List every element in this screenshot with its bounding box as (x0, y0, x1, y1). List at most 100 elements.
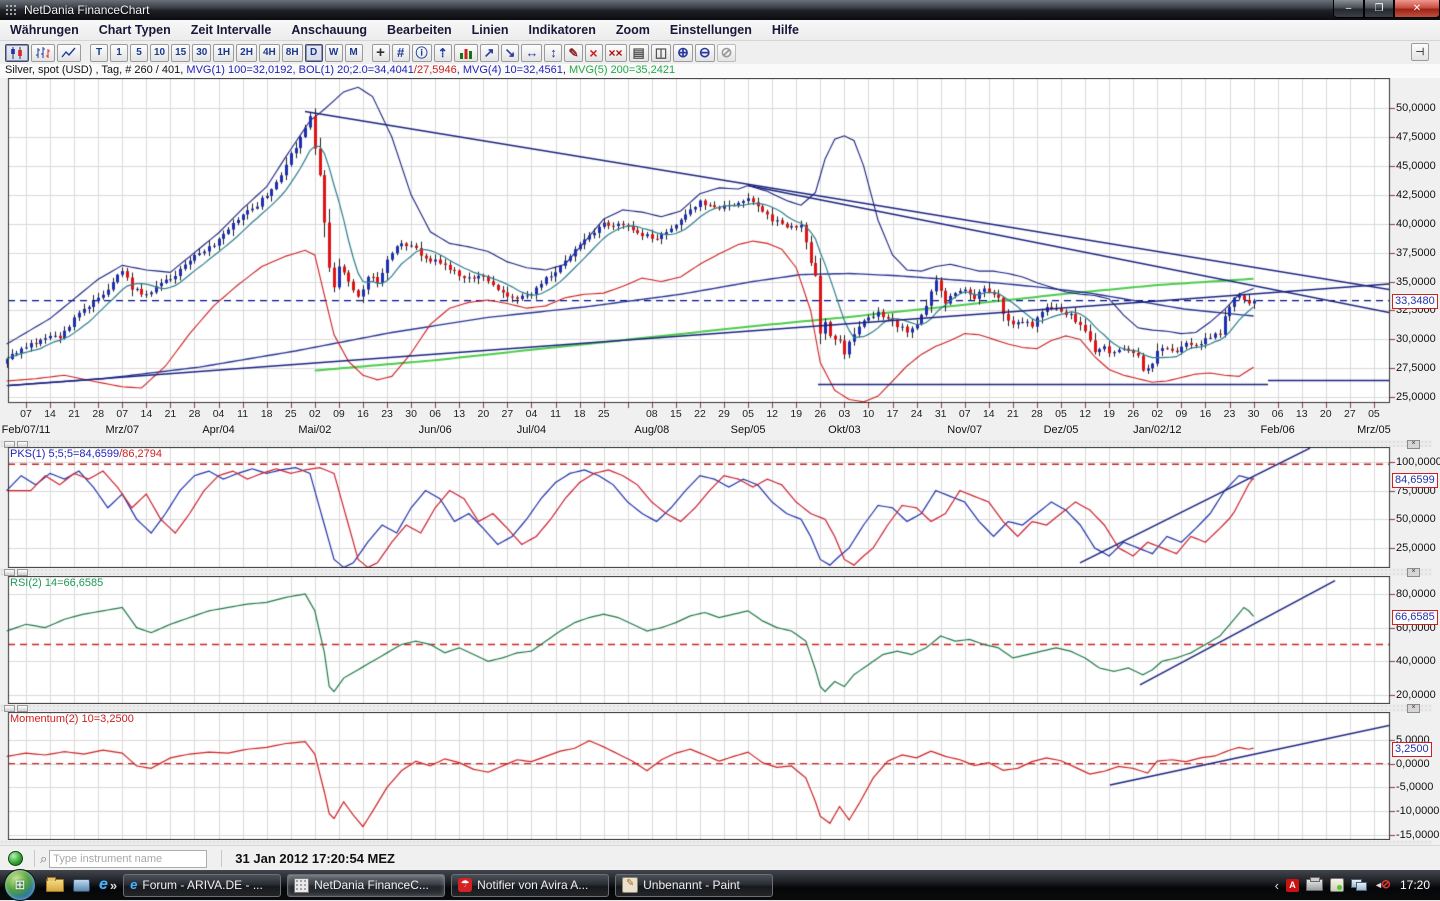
x-axis-day-label: 09 (1175, 408, 1188, 420)
info-tool[interactable]: ⓘ (411, 43, 432, 62)
interval-10-button[interactable]: 10 (150, 43, 170, 62)
windows-logo-icon: ⊞ (14, 877, 26, 892)
current-price-box: 33,3480 (1392, 294, 1438, 309)
menu-zoom[interactable]: Zoom (606, 23, 660, 37)
x-axis-day-label: 08 (645, 408, 658, 420)
legend-text: /86,2794 (119, 448, 162, 460)
x-axis-day-label: 28 (188, 408, 201, 420)
x-axis-day-label: 11 (237, 408, 249, 420)
panel-splitter[interactable] (0, 704, 1432, 713)
folder-icon[interactable] (46, 876, 64, 892)
status-timestamp: 31 Jan 2012 17:20:54 MEZ (235, 851, 395, 866)
interval-1-button[interactable]: 1 (110, 43, 128, 62)
delete-line-tool[interactable]: × (584, 43, 603, 62)
menu-währungen[interactable]: Währungen (0, 23, 89, 37)
x-axis-day-label: 07 (20, 408, 32, 420)
tray-expand-icon[interactable]: ‹ (1275, 878, 1279, 893)
taskbar-task-paint[interactable]: ✎ Unbenannt - Paint (615, 873, 774, 897)
pks-legend: PKS(1) 5;5;5=84,6599/86,2794 (10, 448, 162, 460)
y-axis-label: 0,0000 (1396, 757, 1430, 770)
menu-zeit-intervalle[interactable]: Zeit Intervalle (181, 23, 282, 37)
zoom-reset-tool[interactable]: ⊘ (716, 43, 737, 62)
rsi-indicator-chart[interactable] (0, 576, 1432, 704)
panel-splitter[interactable] (0, 440, 1432, 449)
print-tool[interactable]: ▤ (628, 43, 649, 62)
x-axis-day-label: 27 (501, 408, 514, 420)
crosshair-tool[interactable]: + (371, 43, 390, 62)
show-desktop-icon[interactable] (73, 878, 90, 892)
close-button[interactable]: ✕ (1394, 0, 1440, 18)
main-price-chart[interactable] (0, 78, 1432, 440)
bar-chart-button[interactable] (31, 43, 55, 62)
horizontal-line-tool[interactable]: ↔ (521, 43, 543, 62)
menu-chart-typen[interactable]: Chart Typen (89, 23, 181, 37)
tray-pdf-icon[interactable]: A (1285, 878, 1299, 892)
tray-printer-icon[interactable] (1305, 877, 1323, 891)
internet-explorer-icon[interactable]: e (99, 877, 108, 893)
momentum-indicator-chart[interactable] (0, 712, 1432, 840)
x-axis-day-label: 04 (212, 408, 225, 420)
tray-power-icon[interactable] (1329, 878, 1344, 892)
tray-network-icon[interactable] (1350, 879, 1367, 891)
panel-splitter[interactable] (0, 568, 1432, 577)
trendline-extended-tool[interactable]: ↘ (500, 43, 520, 62)
interval-t-button[interactable]: T (90, 43, 108, 62)
y-axis-label: 35,0000 (1396, 275, 1436, 288)
trendline-tool[interactable]: ↗ (479, 43, 499, 62)
x-axis-day-label: 21 (1007, 408, 1019, 420)
x-axis-day-label: 28 (92, 408, 105, 420)
edit-line-tool[interactable]: ✎ (564, 43, 583, 62)
candlestick-chart-button[interactable] (5, 43, 29, 62)
interval-30-button[interactable]: 30 (192, 43, 212, 62)
grid-tool[interactable]: # (391, 43, 410, 62)
interval-4h-button[interactable]: 4H (258, 43, 280, 62)
netdania-icon (294, 877, 310, 893)
legend-text: /27,5946 (413, 64, 457, 76)
interval-w-button[interactable]: W (324, 43, 343, 62)
volume-tool[interactable] (453, 43, 478, 62)
x-axis-day-label: 07 (958, 408, 971, 420)
pin-panel-button[interactable]: ⊣ (1411, 43, 1429, 61)
delete-all-lines-tool[interactable]: ×× (604, 43, 627, 62)
taskbar-clock[interactable]: 17:20 (1400, 878, 1430, 892)
zoom-in-tool[interactable]: ⊕ (673, 43, 693, 62)
menu-bearbeiten[interactable]: Bearbeiten (377, 23, 462, 37)
zoom-out-tool[interactable]: ⊖ (694, 43, 715, 62)
x-axis-day-label: 17 (886, 408, 899, 420)
interval-1h-button[interactable]: 1H (213, 43, 235, 62)
start-button[interactable]: ⊞ (4, 869, 36, 901)
tray-volume-muted-icon[interactable]: ◄ ⊘ (1374, 877, 1391, 892)
y-axis-label: 42,5000 (1396, 188, 1436, 201)
print-preview-tool[interactable]: ◫ (650, 43, 672, 62)
taskbar-task-netdania[interactable]: NetDania FinanceC... (287, 873, 446, 897)
line-chart-button[interactable] (57, 43, 81, 62)
menu-hilfe[interactable]: Hilfe (762, 23, 809, 37)
search-icon: ⌕ (40, 850, 48, 866)
levels-tool[interactable]: ⇡ (433, 43, 452, 62)
taskbar-task-avira[interactable]: ☂ Notifier von Avira A... (451, 873, 610, 897)
window-title: NetDania FinanceChart (24, 3, 150, 17)
x-axis-month-label: Feb/06 (1260, 424, 1295, 436)
task-label: Notifier von Avira A... (477, 878, 589, 892)
quicklaunch-overflow-icon[interactable]: » (110, 878, 117, 893)
x-axis-month-label: Aug/08 (634, 424, 670, 436)
restore-button[interactable]: ❐ (1364, 0, 1394, 18)
interval-5-button[interactable]: 5 (130, 43, 148, 62)
interval-15-button[interactable]: 15 (171, 43, 191, 62)
pks-indicator-chart[interactable] (0, 447, 1432, 568)
x-axis-month-label: Apr/04 (202, 424, 235, 436)
interval-d-button[interactable]: D (304, 43, 323, 62)
menu-linien[interactable]: Linien (462, 23, 519, 37)
menu-anschauung[interactable]: Anschauung (281, 23, 377, 37)
x-axis-day-label: 18 (260, 408, 273, 420)
menu-indikatoren[interactable]: Indikatoren (518, 23, 605, 37)
interval-2h-button[interactable]: 2H (236, 43, 257, 62)
taskbar-task-internet-explorer[interactable]: e Forum - ARIVA.DE - ... (123, 873, 282, 897)
interval-m-button[interactable]: M (344, 43, 363, 62)
instrument-search-input[interactable] (49, 849, 208, 868)
menu-einstellungen[interactable]: Einstellungen (660, 23, 762, 37)
x-axis-month-label: Feb/07/11 (1, 424, 51, 436)
interval-8h-button[interactable]: 8H (281, 43, 303, 62)
minimize-button[interactable]: – (1333, 0, 1364, 18)
vertical-line-tool[interactable]: ↕ (544, 43, 563, 62)
